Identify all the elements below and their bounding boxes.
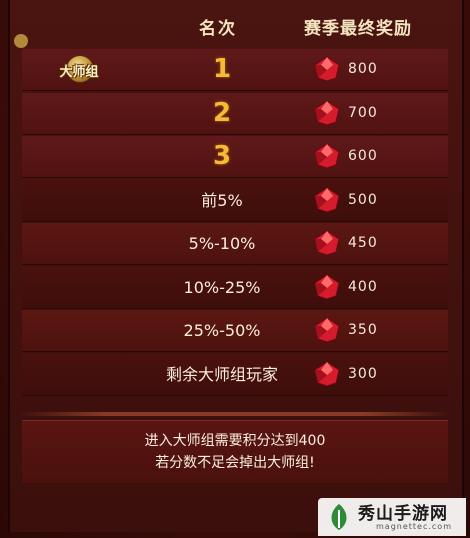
reward-amount: 300 bbox=[348, 365, 378, 382]
notice-line-2: 若分数不足会掉出大师组! bbox=[155, 455, 315, 471]
red-gem-icon bbox=[314, 317, 340, 343]
watermark-subtitle: magnettec.com bbox=[376, 522, 452, 531]
reward-amount: 450 bbox=[348, 235, 378, 251]
table-row: 大师组 1 800 bbox=[22, 49, 448, 91]
reward-amount: 700 bbox=[348, 104, 378, 121]
master-group-badge: 大师组 bbox=[50, 55, 108, 85]
table-row: 25%-50% 350 bbox=[22, 310, 448, 352]
rank-cell: 3 bbox=[212, 141, 232, 171]
rank-cell: 剩余大师组玩家 bbox=[165, 364, 278, 384]
badge-label: 大师组 bbox=[59, 65, 99, 80]
rules-notice: 进入大师组需要积分达到400 若分数不足会掉出大师组! bbox=[22, 420, 448, 483]
table-row: 2 700 bbox=[22, 92, 448, 135]
reward-amount: 800 bbox=[348, 61, 378, 77]
column-header-rank: 名次 bbox=[199, 19, 237, 39]
rank-cell: 前5% bbox=[201, 190, 243, 210]
red-gem-icon bbox=[314, 360, 340, 387]
column-header-reward: 赛季最终奖励 bbox=[304, 19, 412, 39]
reward-amount: 400 bbox=[348, 278, 378, 295]
rank-cell: 10%-25% bbox=[183, 277, 261, 297]
rank-cell: 2 bbox=[212, 97, 232, 128]
table-row: 剩余大师组玩家 300 bbox=[22, 353, 448, 396]
reward-amount: 600 bbox=[348, 148, 378, 164]
notice-line-1: 进入大师组需要积分达到400 bbox=[144, 433, 326, 449]
ornament-divider bbox=[20, 412, 450, 416]
red-gem-icon bbox=[314, 273, 340, 300]
reward-table: 大师组 1 800 2 700 3 600 前5% 500 5%-10% 450… bbox=[22, 49, 448, 397]
reward-amount: 500 bbox=[348, 191, 378, 208]
red-gem-icon bbox=[314, 143, 340, 169]
watermark-logo-icon bbox=[331, 504, 347, 530]
reward-amount: 350 bbox=[348, 322, 378, 338]
red-gem-icon bbox=[314, 99, 340, 126]
table-row: 5%-10% 450 bbox=[22, 223, 448, 265]
table-row: 10%-25% 400 bbox=[22, 266, 448, 309]
red-gem-icon bbox=[314, 56, 340, 82]
rank-cell: 5%-10% bbox=[188, 234, 256, 253]
red-gem-icon bbox=[314, 186, 340, 213]
table-header: 名次 赛季最终奖励 bbox=[8, 0, 460, 48]
rank-cell: 1 bbox=[212, 54, 232, 84]
corner-rivet-icon bbox=[14, 34, 28, 48]
red-gem-icon bbox=[314, 230, 340, 256]
table-row: 前5% 500 bbox=[22, 179, 448, 222]
rank-cell: 25%-50% bbox=[183, 321, 261, 340]
site-watermark: 秀山手游网 magnettec.com bbox=[318, 498, 466, 536]
table-row: 3 600 bbox=[22, 136, 448, 178]
watermark-title: 秀山手游网 bbox=[358, 504, 448, 524]
